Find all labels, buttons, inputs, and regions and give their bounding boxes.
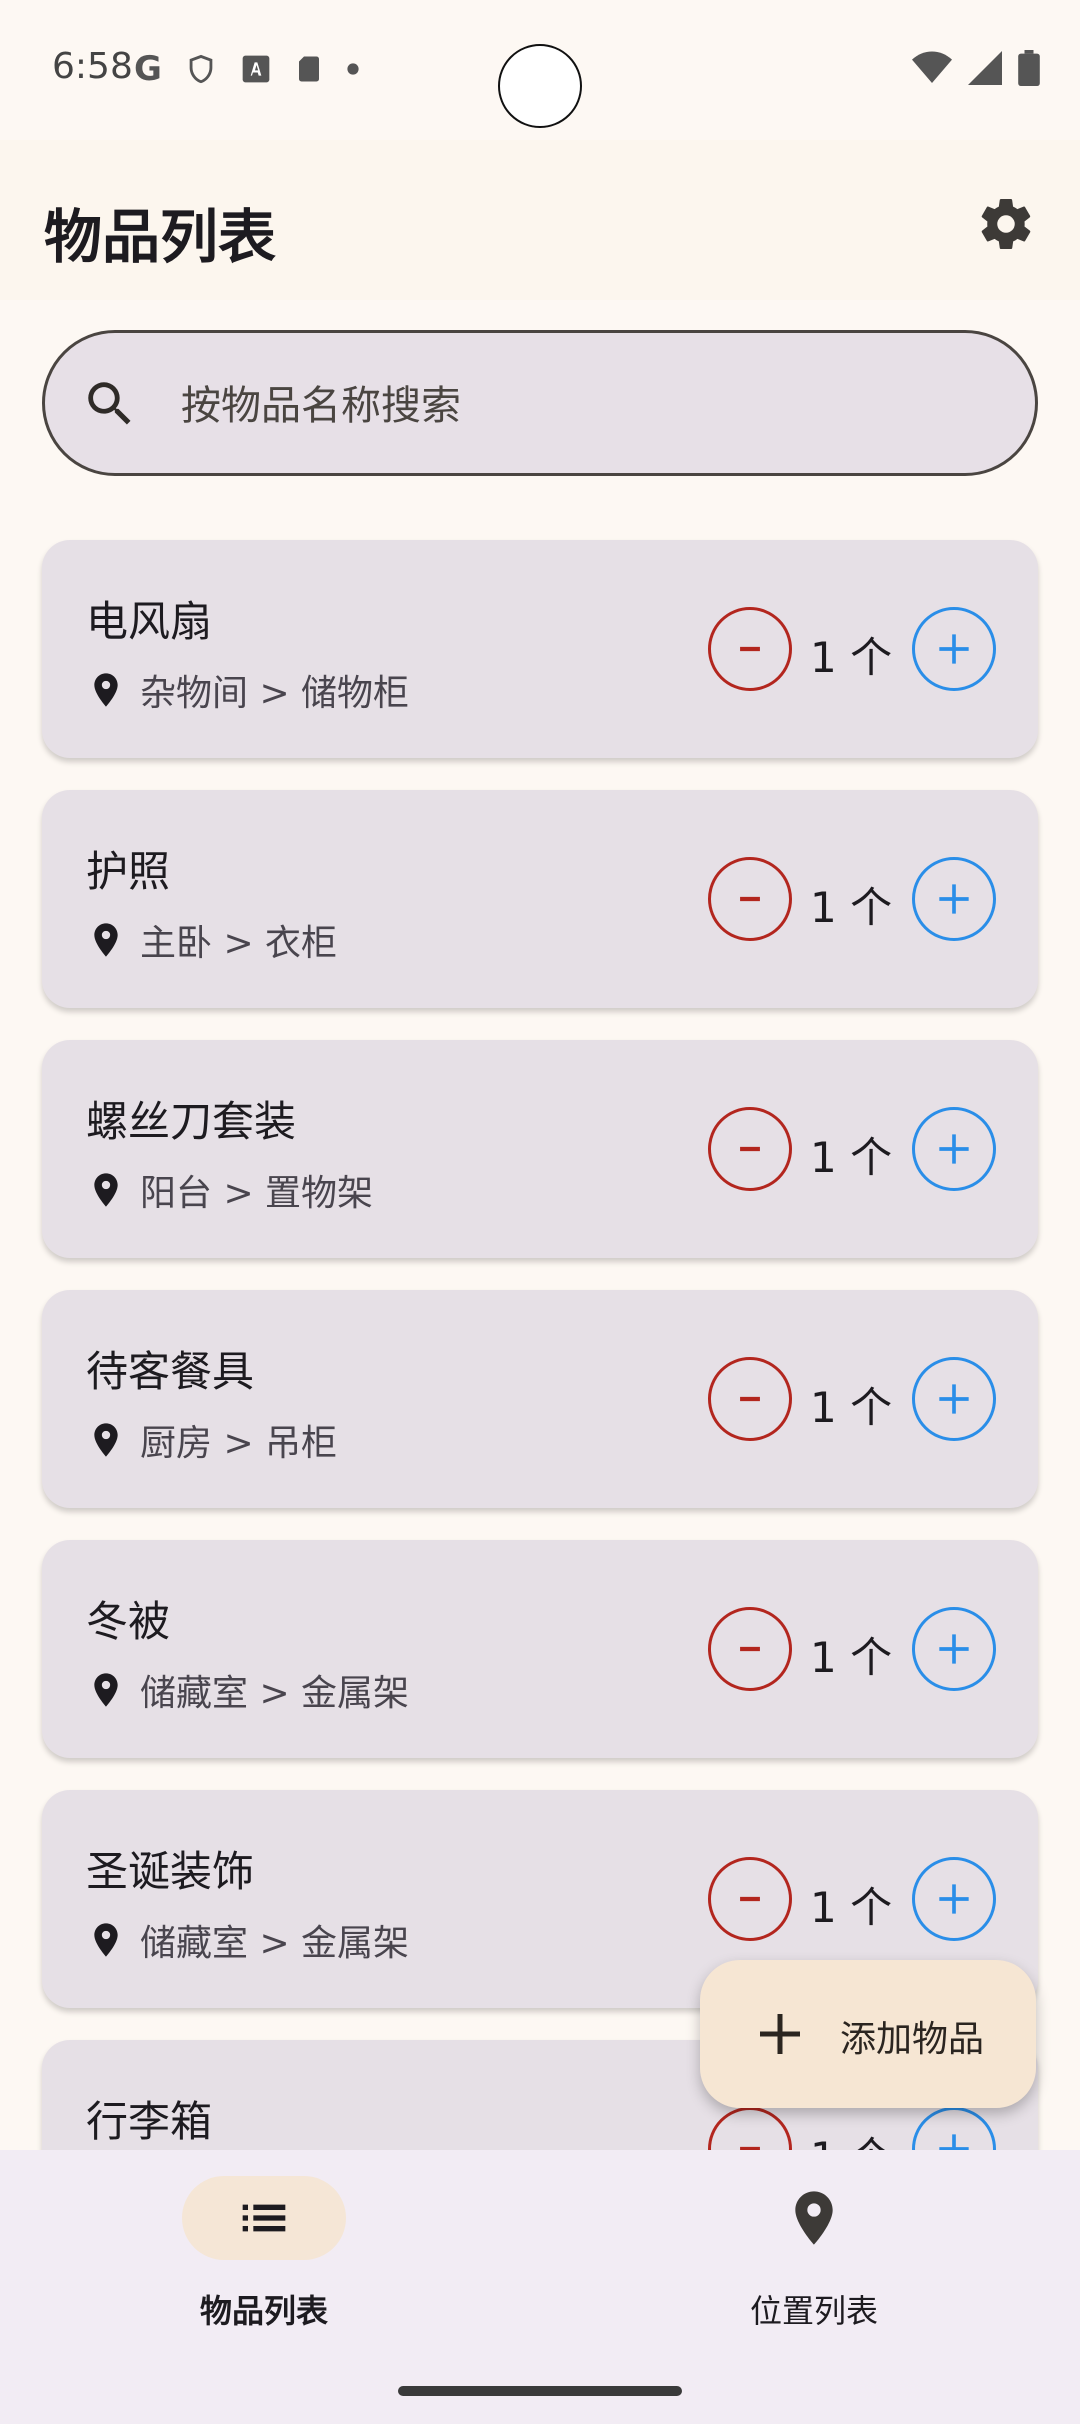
item-location-text: 厨房 > 吊柜 xyxy=(140,1423,338,1464)
item-quantity: 1 个 xyxy=(810,633,893,682)
minus-icon xyxy=(740,1896,760,1902)
increase-quantity-button[interactable] xyxy=(912,1607,996,1691)
nav-location-list[interactable]: 位置列表 xyxy=(664,2176,964,2346)
page-title: 物品列表 xyxy=(44,203,277,271)
plus-icon xyxy=(760,2014,800,2054)
item-location: 储藏室 > 金属架 xyxy=(86,1914,409,1966)
google-icon: G xyxy=(134,49,162,89)
location-pin-icon xyxy=(94,1923,118,1957)
item-location: 厨房 > 吊柜 xyxy=(86,1414,337,1466)
minus-icon xyxy=(740,1146,760,1152)
increase-quantity-button[interactable] xyxy=(912,1857,996,1941)
plus-icon xyxy=(939,1134,969,1164)
home-gesture-bar[interactable] xyxy=(398,2386,682,2396)
item-name: 待客餐具 xyxy=(86,1347,255,1396)
nav-label-items: 物品列表 xyxy=(199,2292,328,2330)
item-card[interactable]: 待客餐具 厨房 > 吊柜 1 个 xyxy=(42,1290,1038,1508)
search-icon xyxy=(88,382,131,425)
item-name: 行李箱 xyxy=(86,2097,213,2146)
increase-quantity-button[interactable] xyxy=(912,857,996,941)
item-name: 冬被 xyxy=(86,1597,171,1646)
status-system-icons xyxy=(912,50,1040,86)
item-name: 护照 xyxy=(86,847,171,896)
location-pin-icon xyxy=(94,673,118,707)
plus-icon xyxy=(939,884,969,914)
add-item-label: 添加物品 xyxy=(840,2019,985,2060)
dot-icon xyxy=(347,63,359,75)
status-time: 6:58 xyxy=(52,46,133,87)
shield-icon xyxy=(189,54,213,84)
sd-card-icon xyxy=(298,56,319,82)
item-card[interactable]: 冬被 储藏室 > 金属架 1 个 xyxy=(42,1540,1038,1758)
item-location-text: 杂物间 > 储物柜 xyxy=(140,673,410,714)
minus-icon xyxy=(740,1396,760,1402)
minus-icon xyxy=(740,646,760,652)
font-icon xyxy=(242,55,270,83)
item-name: 圣诞装饰 xyxy=(86,1847,255,1896)
item-quantity: 1 个 xyxy=(810,1133,893,1182)
minus-icon xyxy=(740,1646,760,1652)
plus-icon xyxy=(939,1634,969,1664)
item-name: 电风扇 xyxy=(86,597,213,646)
minus-icon xyxy=(740,896,760,902)
search-input[interactable] xyxy=(179,373,983,439)
increase-quantity-button[interactable] xyxy=(912,1357,996,1441)
item-location-text: 主卧 > 衣柜 xyxy=(140,923,338,964)
item-card[interactable]: 护照 主卧 > 衣柜 1 个 xyxy=(42,790,1038,1008)
nav-label-locations: 位置列表 xyxy=(749,2292,878,2330)
gear-icon xyxy=(981,199,1031,250)
battery-icon xyxy=(1018,50,1040,86)
decrease-quantity-button[interactable] xyxy=(708,1107,792,1191)
status-notification-icons: G xyxy=(134,46,360,92)
item-location-text: 储藏室 > 金属架 xyxy=(140,1923,410,1964)
nav-item-list[interactable]: 物品列表 xyxy=(114,2176,414,2346)
item-card[interactable]: 螺丝刀套装 阳台 > 置物架 1 个 xyxy=(42,1040,1038,1258)
camera-cutout xyxy=(498,44,582,128)
item-quantity: 1 个 xyxy=(810,1633,893,1682)
decrease-quantity-button[interactable] xyxy=(708,607,792,691)
item-location: 主卧 > 衣柜 xyxy=(86,914,337,966)
top-app-bar: 物品列表 xyxy=(0,140,1080,300)
location-pin-icon xyxy=(795,2191,833,2245)
status-bar: 6:58 G xyxy=(0,0,1080,140)
increase-quantity-button[interactable] xyxy=(912,607,996,691)
settings-button[interactable] xyxy=(972,190,1040,258)
decrease-quantity-button[interactable] xyxy=(708,1357,792,1441)
wifi-icon xyxy=(912,51,952,83)
location-pin-icon xyxy=(94,1423,118,1457)
item-card[interactable]: 电风扇 杂物间 > 储物柜 1 个 xyxy=(42,540,1038,758)
search-bar[interactable] xyxy=(42,330,1038,476)
item-location-text: 储藏室 > 金属架 xyxy=(140,1673,410,1714)
item-quantity: 1 个 xyxy=(810,883,893,932)
item-location-text: 阳台 > 置物架 xyxy=(140,1173,374,1214)
signal-icon xyxy=(968,51,1002,85)
item-quantity: 1 个 xyxy=(810,1383,893,1432)
location-pin-icon xyxy=(94,1173,118,1207)
item-location: 杂物间 > 储物柜 xyxy=(86,664,409,716)
increase-quantity-button[interactable] xyxy=(912,1107,996,1191)
add-item-button[interactable]: 添加物品 xyxy=(700,1960,1036,2108)
location-pin-icon xyxy=(94,923,118,957)
plus-icon xyxy=(939,1884,969,1914)
location-pin-icon xyxy=(94,1673,118,1707)
item-quantity: 1 个 xyxy=(810,1883,893,1932)
decrease-quantity-button[interactable] xyxy=(708,1857,792,1941)
item-location: 阳台 > 置物架 xyxy=(86,1164,373,1216)
bottom-navigation: 物品列表 位置列表 xyxy=(0,2150,1080,2424)
list-icon xyxy=(242,2204,286,2232)
decrease-quantity-button[interactable] xyxy=(708,857,792,941)
plus-icon xyxy=(939,634,969,664)
plus-icon xyxy=(939,1384,969,1414)
item-location: 储藏室 > 金属架 xyxy=(86,1664,409,1716)
decrease-quantity-button[interactable] xyxy=(708,1607,792,1691)
item-name: 螺丝刀套装 xyxy=(86,1097,297,1146)
